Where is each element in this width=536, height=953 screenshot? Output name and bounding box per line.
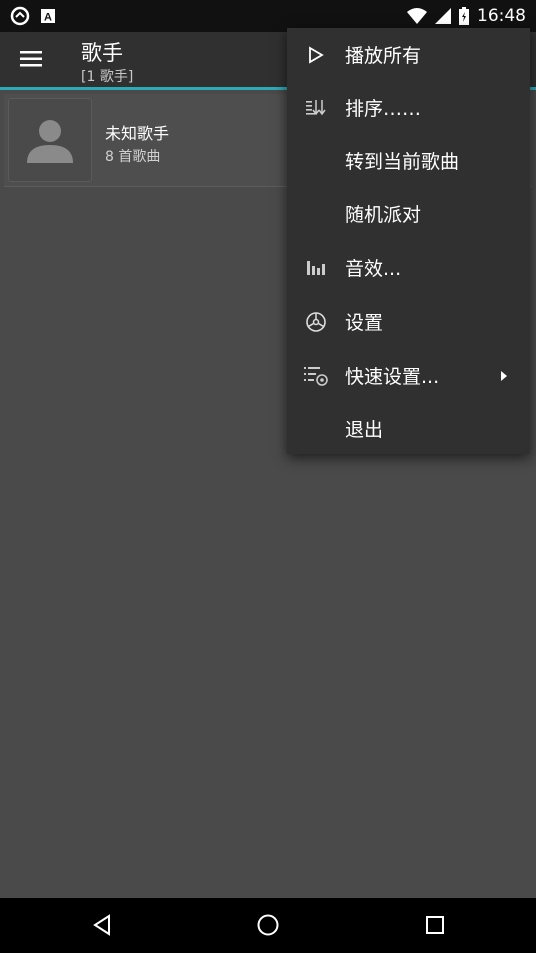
menu-item-quick-settings[interactable]: 快速设置... (287, 349, 530, 402)
quick-settings-icon (303, 363, 329, 389)
menu-item-sort[interactable]: 排序…… (287, 81, 530, 134)
battery-icon (459, 7, 469, 25)
clock: 16:48 (477, 6, 526, 26)
hamburger-menu-icon[interactable] (16, 44, 46, 74)
a-icon: A (40, 8, 56, 24)
wifi-icon (407, 8, 427, 24)
page-subtitle: [1 歌手] (81, 69, 134, 85)
signal-icon (435, 8, 451, 24)
artist-song-count: 8 首歌曲 (105, 149, 161, 165)
menu-item-play-all[interactable]: 播放所有 (287, 28, 530, 81)
navigation-bar (0, 898, 536, 953)
svg-text:A: A (44, 12, 52, 24)
equalizer-icon (303, 255, 329, 281)
person-avatar-icon (8, 98, 92, 182)
sync-icon (10, 6, 30, 26)
menu-item-settings[interactable]: 设置 (287, 295, 530, 348)
menu-item-party-shuffle[interactable]: 随机派对 (287, 187, 530, 240)
menu-item-sound-effects[interactable]: 音效... (287, 241, 530, 294)
home-icon[interactable] (255, 912, 281, 938)
back-icon[interactable] (89, 912, 115, 938)
settings-icon (303, 309, 329, 335)
menu-item-exit[interactable]: 退出 (287, 402, 530, 455)
page-title: 歌手 (81, 41, 123, 65)
submenu-arrow-icon (500, 366, 508, 385)
artist-name: 未知歌手 (105, 124, 170, 143)
play-icon (303, 42, 329, 68)
overflow-menu: 播放所有 排序…… 转到当前歌曲 随机派对 音效... 设置 快速设置... 退… (287, 28, 530, 454)
menu-item-go-to-current-song[interactable]: 转到当前歌曲 (287, 134, 530, 187)
recents-icon[interactable] (422, 912, 448, 938)
sort-icon (303, 95, 329, 121)
